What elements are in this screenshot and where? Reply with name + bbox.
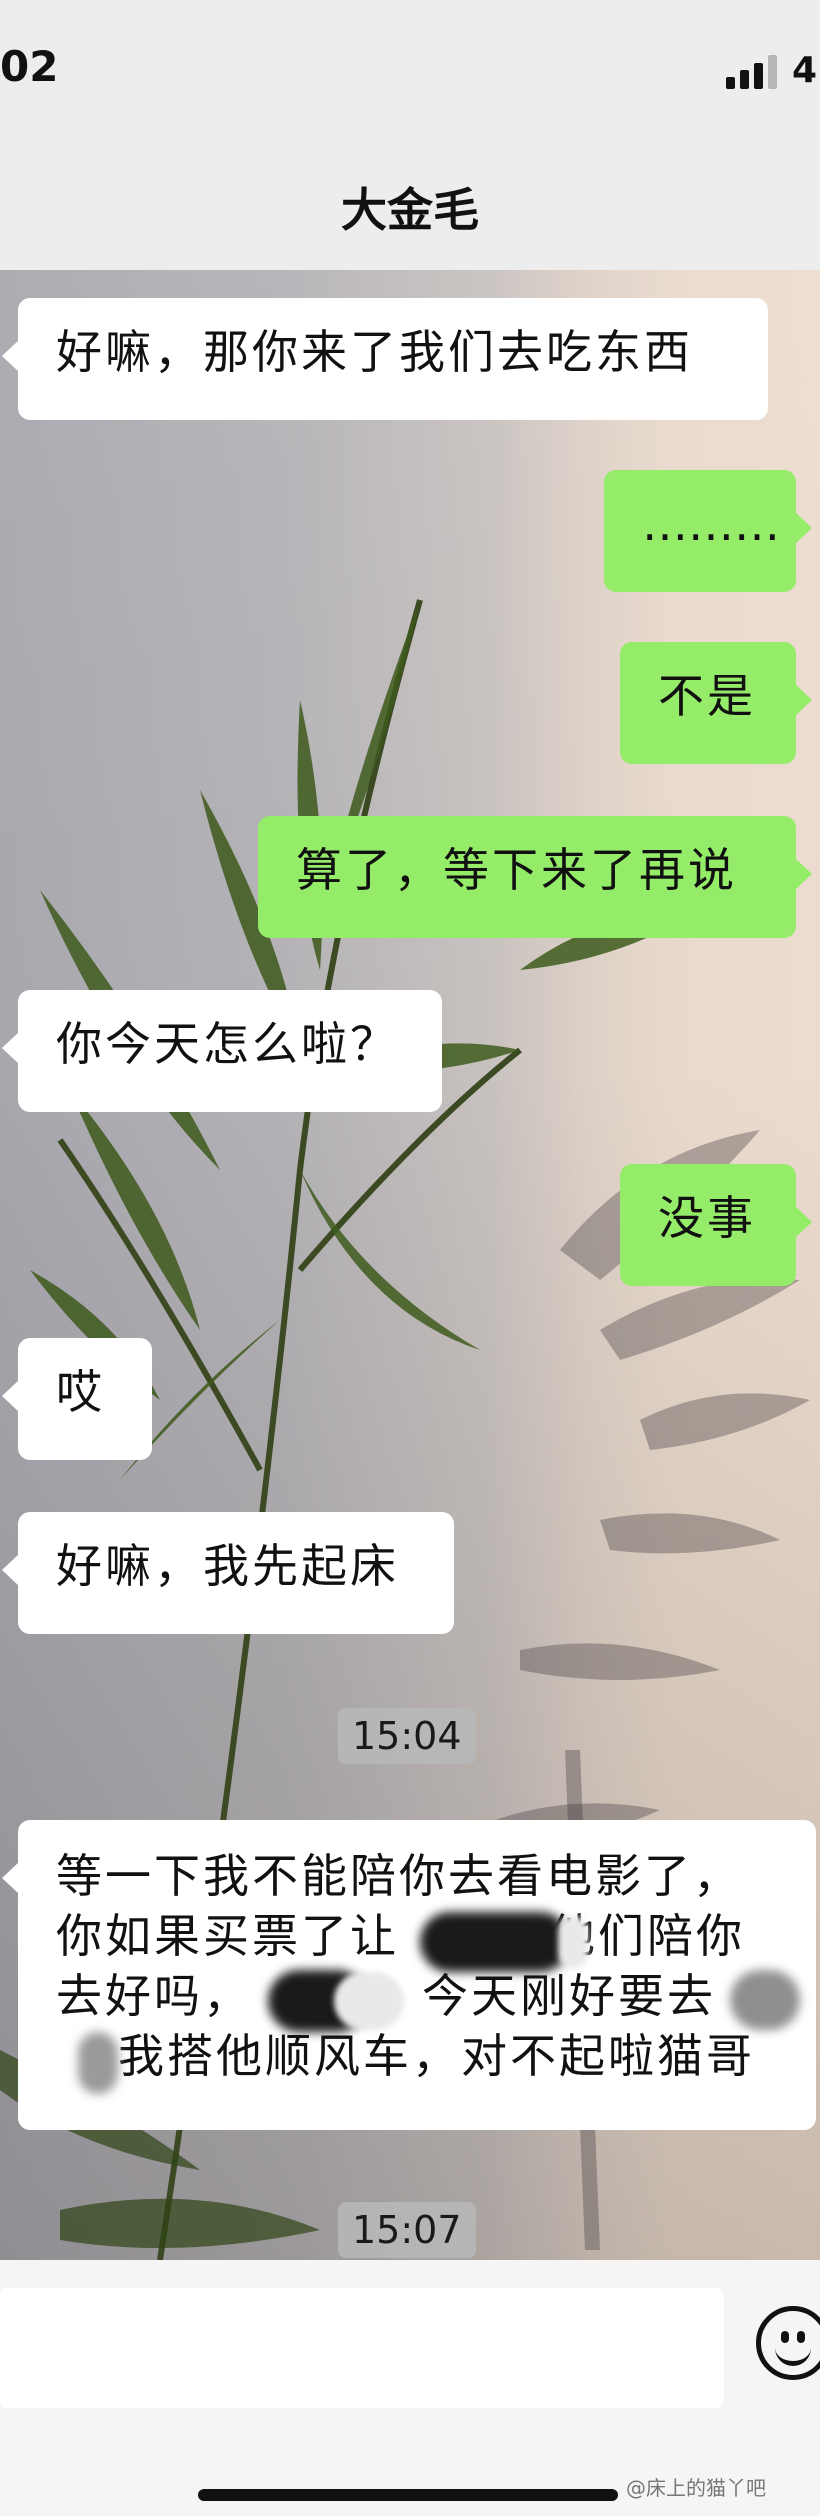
redaction-blot [558, 1916, 588, 1968]
message-text: 不是 [658, 669, 756, 723]
status-bar: 02 4 [0, 0, 820, 150]
message-text: 哎 [56, 1365, 105, 1419]
message-input[interactable] [0, 2288, 724, 2408]
message-bubble-outgoing[interactable]: 不是 [620, 642, 812, 764]
timestamp: 15:04 [338, 1708, 476, 1764]
message-bubble-outgoing[interactable]: 算了，等下来了再说 [258, 816, 812, 938]
redaction-blot [420, 1912, 570, 1972]
message-text: 没事 [658, 1191, 756, 1245]
message-bubble-incoming[interactable]: 等一下我不能陪你去看电影了， 你如果买票了让 他们陪你 去好吗， 今天刚好要去 我搭… [2, 1820, 816, 2130]
message-text: 好嘛，我先起床 [56, 1539, 399, 1593]
message-line: 我搭他顺风车，对不起啦猫哥 [56, 2026, 778, 2086]
message-bubble-incoming[interactable]: 好嘛，我先起床 [2, 1512, 454, 1634]
message-bubble-incoming[interactable]: 你今天怎么啦？ [2, 990, 442, 1112]
redaction-blot [78, 2032, 118, 2094]
message-bubble-outgoing[interactable]: ……… [604, 470, 812, 592]
message-text: ……… [642, 497, 780, 551]
watermark: @床上的猫丫吧 [626, 2476, 766, 2500]
smiley-face-icon[interactable] [756, 2306, 820, 2380]
redaction-blot [730, 1970, 800, 2030]
status-time: 02 [0, 42, 59, 91]
message-bubble-incoming[interactable]: 哎 [2, 1338, 152, 1460]
message-bubble-incoming[interactable]: 好嘛，那你来了我们去吃东西 [2, 298, 768, 420]
message-text: 你今天怎么啦？ [56, 1017, 399, 1071]
redaction-blot [334, 1972, 404, 2030]
chat-title[interactable]: 大金毛 [0, 174, 820, 240]
message-fragment: 今天刚好要去 [422, 1969, 716, 2023]
message-text: 算了，等下来了再说 [296, 843, 737, 897]
message-fragment: 你如果买票了让 [56, 1909, 399, 1963]
cellular-signal-icon [726, 55, 780, 89]
message-text: 好嘛，那你来了我们去吃东西 [56, 325, 693, 379]
message-fragment: 去好吗， [56, 1969, 252, 2023]
message-line: 你如果买票了让 他们陪你 [56, 1906, 778, 1966]
status-battery-text: 4 [792, 50, 818, 91]
message-fragment: 我搭他顺风车，对不起啦猫哥 [118, 2029, 755, 2083]
message-line: 去好吗， 今天刚好要去 [56, 1966, 778, 2026]
message-line: 等一下我不能陪你去看电影了， [56, 1849, 742, 1903]
chat-header: 大金毛 [0, 150, 820, 270]
home-indicator[interactable] [198, 2489, 618, 2501]
message-bubble-outgoing[interactable]: 没事 [620, 1164, 812, 1286]
timestamp: 15:07 [338, 2202, 476, 2258]
